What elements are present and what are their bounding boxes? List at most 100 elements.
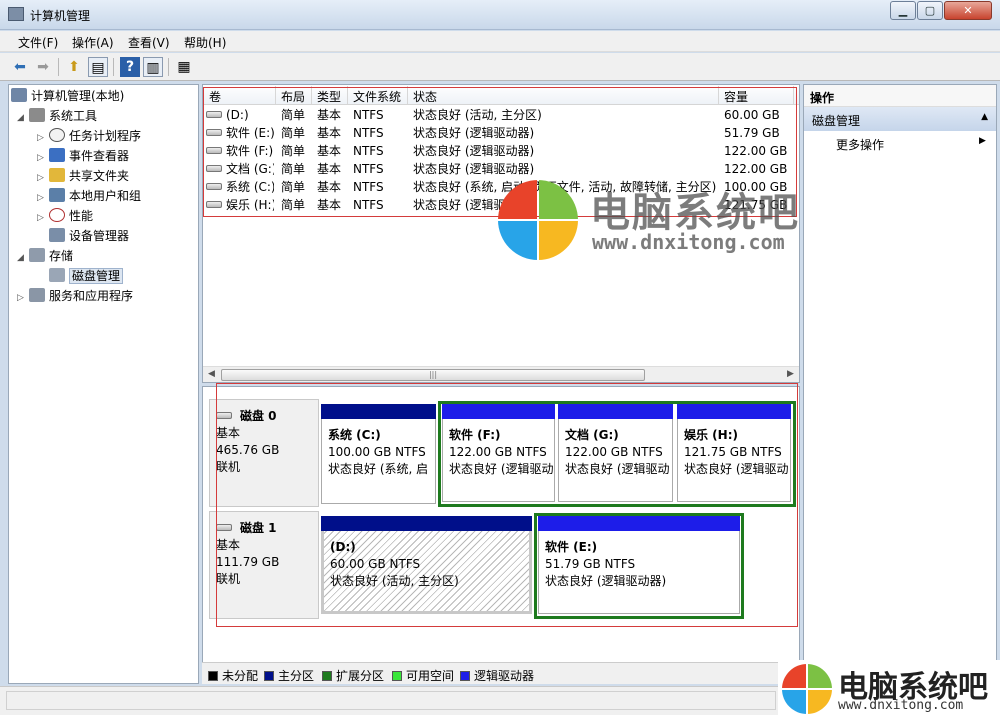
volume-name: (D:) bbox=[226, 108, 249, 122]
volume-row[interactable]: (D:) 简单 基本 NTFS 状态良好 (活动, 主分区) 60.00 GB bbox=[203, 106, 799, 124]
partition-size: 121.75 GB NTFS bbox=[684, 445, 782, 459]
drive-icon bbox=[206, 183, 222, 190]
menu-file[interactable]: 文件(F) bbox=[18, 34, 58, 51]
legend-swatch bbox=[460, 671, 470, 681]
disk-0-label[interactable]: 磁盘 0 基本 465.76 GB 联机 bbox=[209, 399, 319, 507]
submenu-arrow-icon[interactable]: ▶ bbox=[979, 136, 986, 146]
volume-name: 软件 (E:) bbox=[226, 126, 274, 140]
partition-name: 软件 (F:) bbox=[449, 428, 501, 442]
volume-row[interactable]: 软件 (E:) 简单 基本 NTFS 状态良好 (逻辑驱动器) 51.79 GB bbox=[203, 124, 799, 142]
tools-icon bbox=[29, 108, 45, 122]
column-separator[interactable] bbox=[311, 86, 312, 104]
volume-capacity: 60.00 GB bbox=[724, 108, 780, 122]
volume-list: 卷 布局 类型 文件系统 状态 容量 (D:) 简单 基本 NTFS 状态良好 … bbox=[202, 84, 800, 383]
minimize-button[interactable]: ▁ bbox=[890, 1, 916, 20]
tree-item-system-tools[interactable]: ◢ 系统工具 bbox=[17, 107, 97, 125]
volume-capacity: 122.00 GB bbox=[724, 162, 788, 176]
menu-view[interactable]: 查看(V) bbox=[128, 34, 170, 51]
volume-name: 文档 (G:) bbox=[226, 162, 274, 176]
actions-section-label: 磁盘管理 bbox=[812, 114, 861, 128]
legend-item: 可用空间 bbox=[392, 667, 454, 684]
partition-status: 状态良好 (逻辑驱动 bbox=[449, 462, 554, 476]
title-bar: 计算机管理 ▁ ▢ ✕ bbox=[0, 0, 1000, 30]
tree-item-services-applications[interactable]: ▷ 服务和应用程序 bbox=[17, 287, 133, 305]
volume-name: 娱乐 (H:) bbox=[226, 198, 274, 212]
legend-swatch bbox=[208, 671, 218, 681]
up-folder-icon[interactable]: ⬆ bbox=[64, 57, 84, 77]
tree-item-event-viewer[interactable]: ▷ 事件查看器 bbox=[37, 147, 129, 165]
disk-1-label[interactable]: 磁盘 1 基本 111.79 GB 联机 bbox=[209, 511, 319, 619]
more-actions-link[interactable]: 更多操作 bbox=[836, 136, 884, 153]
volume-capacity: 51.79 GB bbox=[724, 126, 780, 140]
logical-drive-bar bbox=[538, 516, 740, 531]
volume-status: 状态良好 (逻辑驱动器) bbox=[413, 162, 535, 176]
services-icon bbox=[29, 288, 45, 302]
menu-action[interactable]: 操作(A) bbox=[72, 34, 114, 51]
show-hide-action-pane-icon[interactable]: ▥ bbox=[143, 57, 163, 77]
volume-status: 状态良好 (逻辑驱动器) bbox=[413, 126, 535, 140]
actions-panel: 操作 磁盘管理 ▲ 更多操作 ▶ bbox=[803, 84, 997, 684]
logical-drive-bar bbox=[558, 404, 673, 419]
disk-type: 基本 bbox=[216, 538, 241, 552]
maximize-button[interactable]: ▢ bbox=[917, 1, 943, 20]
partition-name: (D:) bbox=[330, 540, 356, 554]
scrollbar-thumb[interactable]: ||| bbox=[221, 369, 645, 381]
back-arrow-icon[interactable]: ⬅ bbox=[10, 57, 30, 77]
close-button[interactable]: ✕ bbox=[944, 1, 992, 20]
primary-partition-bar bbox=[321, 404, 436, 419]
partition-h[interactable]: 娱乐 (H:) 121.75 GB NTFS 状态良好 (逻辑驱动 bbox=[677, 404, 791, 502]
show-hide-tree-icon[interactable]: ▤ bbox=[88, 57, 108, 77]
column-type[interactable]: 类型 bbox=[317, 88, 341, 105]
horizontal-scrollbar[interactable]: ◀ ||| ▶ bbox=[203, 366, 799, 382]
column-capacity[interactable]: 容量 bbox=[724, 88, 748, 105]
tree-item-device-manager[interactable]: 设备管理器 bbox=[49, 227, 129, 245]
tree-item-computer-management[interactable]: 计算机管理(本地) bbox=[11, 87, 124, 105]
volume-capacity: 100.00 GB bbox=[724, 180, 788, 194]
volume-type: 基本 bbox=[317, 198, 342, 212]
partition-d[interactable]: (D:) 60.00 GB NTFS 状态良好 (活动, 主分区) bbox=[321, 516, 532, 614]
column-filesystem[interactable]: 文件系统 bbox=[353, 88, 401, 105]
partition-c[interactable]: 系统 (C:) 100.00 GB NTFS 状态良好 (系统, 启 bbox=[321, 404, 436, 504]
volume-row[interactable]: 文档 (G:) 简单 基本 NTFS 状态良好 (逻辑驱动器) 122.00 G… bbox=[203, 160, 799, 178]
tree-item-performance[interactable]: ▷ 性能 bbox=[37, 207, 93, 225]
volume-capacity: 121.75 GB bbox=[724, 198, 788, 212]
volume-filesystem: NTFS bbox=[353, 144, 384, 158]
column-separator[interactable] bbox=[275, 86, 276, 104]
partition-e[interactable]: 软件 (E:) 51.79 GB NTFS 状态良好 (逻辑驱动器) bbox=[538, 516, 740, 614]
actions-section-disk-management[interactable]: 磁盘管理 ▲ bbox=[804, 107, 996, 131]
scroll-right-icon[interactable]: ▶ bbox=[787, 369, 794, 379]
scroll-left-icon[interactable]: ◀ bbox=[208, 369, 215, 379]
column-separator[interactable] bbox=[347, 86, 348, 104]
partition-status: 状态良好 (活动, 主分区) bbox=[330, 574, 459, 588]
tree-item-storage[interactable]: ◢ 存储 bbox=[17, 247, 73, 265]
disk-size: 111.79 GB bbox=[216, 555, 280, 569]
volume-filesystem: NTFS bbox=[353, 162, 384, 176]
tree-item-task-scheduler[interactable]: ▷ 任务计划程序 bbox=[37, 127, 141, 145]
tree-item-disk-management[interactable]: 磁盘管理 bbox=[49, 267, 124, 285]
column-layout[interactable]: 布局 bbox=[281, 88, 305, 105]
help-icon[interactable]: ? bbox=[120, 57, 140, 77]
column-separator[interactable] bbox=[718, 86, 719, 104]
primary-partition-bar bbox=[321, 516, 532, 531]
tree-item-shared-folders[interactable]: ▷ 共享文件夹 bbox=[37, 167, 129, 185]
partition-size: 122.00 GB NTFS bbox=[449, 445, 547, 459]
properties-icon[interactable]: ▦ bbox=[174, 57, 194, 77]
volume-row[interactable]: 软件 (F:) 简单 基本 NTFS 状态良好 (逻辑驱动器) 122.00 G… bbox=[203, 142, 799, 160]
legend-item: 未分配 bbox=[208, 667, 258, 684]
menu-help[interactable]: 帮助(H) bbox=[184, 34, 226, 51]
column-volume[interactable]: 卷 bbox=[209, 88, 221, 105]
volume-row[interactable]: 娱乐 (H:) 简单 基本 NTFS 状态良好 (逻辑驱动器) 121.75 G… bbox=[203, 196, 799, 214]
clock-icon bbox=[49, 128, 65, 142]
disk-status: 联机 bbox=[216, 460, 241, 474]
column-separator[interactable] bbox=[407, 86, 408, 104]
partition-g[interactable]: 文档 (G:) 122.00 GB NTFS 状态良好 (逻辑驱动 bbox=[558, 404, 673, 502]
column-separator[interactable] bbox=[793, 86, 794, 104]
volume-row[interactable]: 系统 (C:) 简单 基本 NTFS 状态良好 (系统, 启动, 页面文件, 活… bbox=[203, 178, 799, 196]
partition-f[interactable]: 软件 (F:) 122.00 GB NTFS 状态良好 (逻辑驱动 bbox=[442, 404, 555, 502]
status-bar bbox=[0, 686, 1000, 715]
column-status[interactable]: 状态 bbox=[413, 88, 437, 105]
volume-layout: 简单 bbox=[281, 180, 306, 194]
tree-item-local-users-groups[interactable]: ▷ 本地用户和组 bbox=[37, 187, 141, 205]
collapse-up-icon[interactable]: ▲ bbox=[981, 112, 988, 122]
forward-arrow-icon[interactable]: ➡ bbox=[33, 57, 53, 77]
